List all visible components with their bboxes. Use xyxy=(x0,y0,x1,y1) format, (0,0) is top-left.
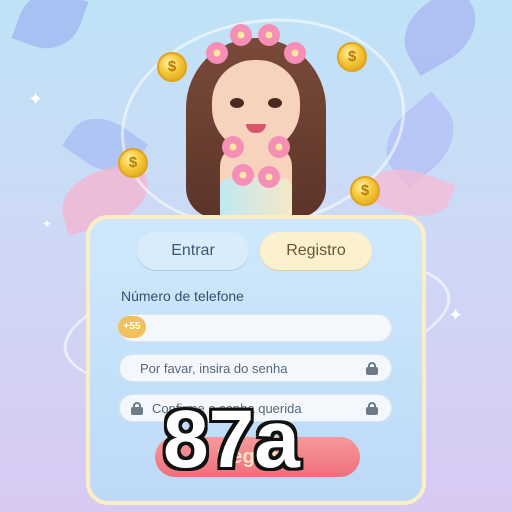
character-illustration xyxy=(172,18,340,218)
eye-icon xyxy=(268,98,282,108)
flower-icon xyxy=(258,24,280,46)
coin-icon: $ xyxy=(118,148,148,178)
flower-icon xyxy=(258,166,280,188)
country-code-badge[interactable]: +55 xyxy=(118,316,146,338)
flower-icon xyxy=(232,164,254,186)
password-input[interactable] xyxy=(120,355,391,381)
lock-icon xyxy=(366,362,378,375)
overlay-text: 87a xyxy=(163,394,300,485)
lock-icon xyxy=(131,402,143,415)
phone-input[interactable] xyxy=(120,315,391,341)
flower-icon xyxy=(230,24,252,46)
eye-icon xyxy=(230,98,244,108)
password-field[interactable] xyxy=(119,354,392,382)
sparkle-icon: ✦ xyxy=(42,217,53,231)
leaf-decoration xyxy=(11,0,89,59)
flower-icon xyxy=(268,136,290,158)
leaf-decoration xyxy=(390,0,490,76)
coin-icon: $ xyxy=(337,42,367,72)
sparkle-icon: ✦ xyxy=(448,305,464,325)
tab-login[interactable]: Entrar xyxy=(137,232,249,270)
sparkle-icon: ✦ xyxy=(28,89,44,109)
flower-icon xyxy=(206,42,228,64)
phone-label: Número de telefone xyxy=(121,288,244,304)
tab-register[interactable]: Registro xyxy=(260,232,372,270)
flower-icon xyxy=(284,42,306,64)
lock-icon xyxy=(366,402,378,415)
background-scene: ✦ ✦ ✦ ✦ $ $ $ $ $ Entrar Registro Número… xyxy=(0,0,512,512)
mouth-icon xyxy=(246,124,266,133)
coin-icon: $ xyxy=(350,176,380,206)
flower-icon xyxy=(222,136,244,158)
character-top xyxy=(220,178,292,218)
phone-field[interactable] xyxy=(119,314,392,342)
